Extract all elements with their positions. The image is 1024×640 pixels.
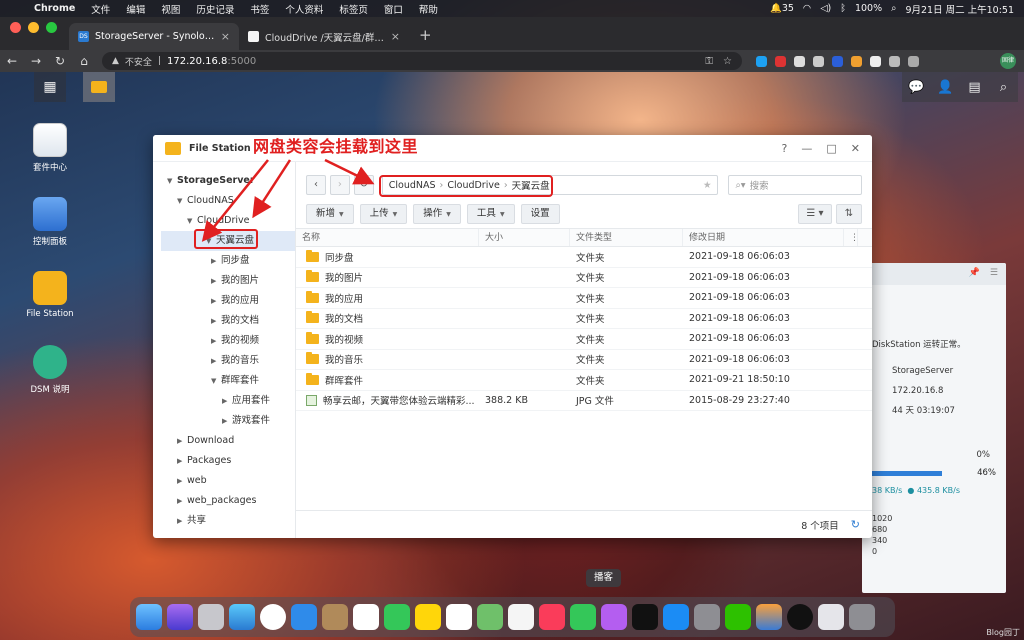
settings-icon[interactable] [694,604,720,630]
reminders-icon[interactable] [446,604,472,630]
app-icon[interactable] [756,604,782,630]
mail-icon[interactable] [291,604,317,630]
watermark: Blog园丁 [986,628,1020,637]
qq-icon[interactable] [787,604,813,630]
arrow-to-path [324,158,375,185]
photos-icon[interactable] [508,604,534,630]
arrow-to-tianyi [201,159,269,242]
preview-icon[interactable] [818,604,844,630]
notes-icon[interactable] [415,604,441,630]
finder-icon[interactable] [136,604,162,630]
appstore-icon[interactable] [663,604,689,630]
maps-icon[interactable] [477,604,503,630]
macos-dock [130,597,895,637]
facetime-icon[interactable] [570,604,596,630]
podcasts-icon[interactable] [601,604,627,630]
launchpad-icon[interactable] [198,604,224,630]
calendar-icon[interactable] [353,604,379,630]
music-icon[interactable] [539,604,565,630]
trash-icon[interactable] [849,604,875,630]
appletv-icon[interactable] [632,604,658,630]
messages-icon[interactable] [384,604,410,630]
annotation-arrows [201,158,375,242]
siri-icon[interactable] [167,604,193,630]
contacts-icon[interactable] [322,604,348,630]
dock-tooltip: 播客 [586,569,622,587]
safari-icon[interactable] [229,604,255,630]
chrome-icon[interactable] [260,604,286,630]
wechat-icon[interactable] [725,604,751,630]
